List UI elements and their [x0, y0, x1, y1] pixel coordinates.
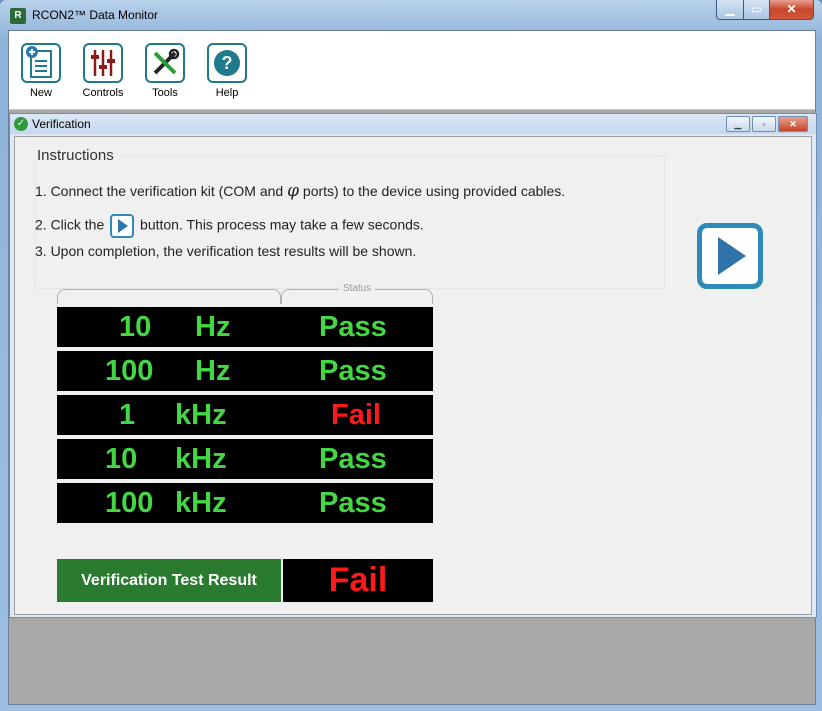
frequency-unit: kHz [175, 443, 227, 475]
app-window: R RCON2™ Data Monitor ▁ ▭ ✕ New Controls… [0, 0, 822, 711]
child-window-controls: ▁ ▫ ✕ [726, 116, 808, 132]
status-column-header: Status [281, 283, 433, 304]
frequency-value: 10 [119, 311, 152, 343]
instructions-heading: Instructions [37, 147, 118, 164]
run-verification-button[interactable] [697, 223, 763, 289]
check-icon: ✓ [14, 117, 28, 131]
frequency-value: 10 [105, 443, 138, 475]
frequency-unit: Hz [195, 311, 231, 343]
play-icon [110, 214, 135, 238]
frequency-column-header [57, 289, 281, 304]
toolbar: New Controls Tools ? Help [9, 31, 815, 110]
controls-button[interactable]: Controls [75, 37, 131, 99]
verification-window: ✓ Verification ▁ ▫ ✕ Instructions 1. Con… [9, 113, 817, 618]
help-label: Help [215, 87, 239, 99]
status-value: Pass [319, 311, 387, 343]
instruction-2-text: 2. Click the [35, 216, 105, 233]
child-maximize-button[interactable]: ▫ [752, 116, 776, 132]
sliders-icon [83, 43, 123, 83]
verification-title-bar[interactable]: ✓ Verification ▁ ▫ ✕ [10, 114, 816, 134]
close-button[interactable]: ✕ [770, 0, 814, 20]
controls-label: Controls [82, 87, 124, 99]
maximize-button[interactable]: ▭ [744, 0, 770, 20]
result-label: Verification Test Result [57, 559, 281, 602]
frequency-unit: kHz [175, 399, 227, 431]
tools-label: Tools [152, 87, 178, 99]
client-area: New Controls Tools ? Help ✓ Verification… [8, 30, 817, 705]
table-row: 100 Hz Pass [57, 351, 433, 391]
child-minimize-button[interactable]: ▁ [726, 116, 750, 132]
new-button[interactable]: New [13, 37, 69, 99]
frequency-value: 100 [105, 487, 154, 519]
instruction-1-suffix: ports) to the device using provided cabl… [302, 183, 566, 199]
table-row: 10 kHz Pass [57, 439, 433, 479]
tools-icon [145, 43, 185, 83]
child-close-button[interactable]: ✕ [778, 116, 808, 132]
frequency-unit: Hz [195, 355, 231, 387]
instruction-3-text: 3. Upon completion, the verification tes… [35, 243, 417, 259]
result-value: Fail [283, 559, 433, 602]
instruction-line-3: 3. Upon completion, the verification tes… [35, 243, 416, 259]
instruction-line-2: 2. Click the button. This process may ta… [35, 214, 424, 238]
tools-button[interactable]: Tools [137, 37, 193, 99]
verification-result: Verification Test Result Fail [57, 559, 433, 602]
frequency-value: 1 [119, 399, 136, 431]
new-document-icon [21, 43, 61, 83]
phi-symbol: φ [287, 181, 300, 201]
window-controls: ▁ ▭ ✕ [716, 0, 814, 20]
app-logo-icon: R [10, 8, 26, 24]
verification-title: Verification [32, 117, 91, 131]
help-button[interactable]: ? Help [199, 37, 255, 99]
instruction-2-suffix: button. This process may take a few seco… [140, 216, 424, 233]
status-value: Pass [319, 443, 387, 475]
table-row: 100 kHz Pass [57, 483, 433, 523]
status-header-label: Status [338, 283, 376, 294]
new-label: New [29, 87, 52, 99]
instruction-1-text: 1. Connect the verification kit (COM and [35, 183, 284, 199]
window-title: RCON2™ Data Monitor [32, 8, 159, 22]
help-glyph: ? [222, 53, 233, 73]
verification-content: Instructions 1. Connect the verification… [14, 136, 812, 615]
frequency-value: 100 [105, 355, 154, 387]
minimize-button[interactable]: ▁ [716, 0, 744, 20]
frequency-unit: kHz [175, 487, 227, 519]
title-bar[interactable]: R RCON2™ Data Monitor ▁ ▭ ✕ [0, 0, 822, 30]
table-row: 10 Hz Pass [57, 307, 433, 347]
help-icon: ? [207, 43, 247, 83]
instruction-line-1: 1. Connect the verification kit (COM and… [35, 181, 565, 201]
table-row: 1 kHz Fail [57, 395, 433, 435]
status-value: Fail [331, 399, 381, 431]
status-value: Pass [319, 355, 387, 387]
status-value: Pass [319, 487, 387, 519]
